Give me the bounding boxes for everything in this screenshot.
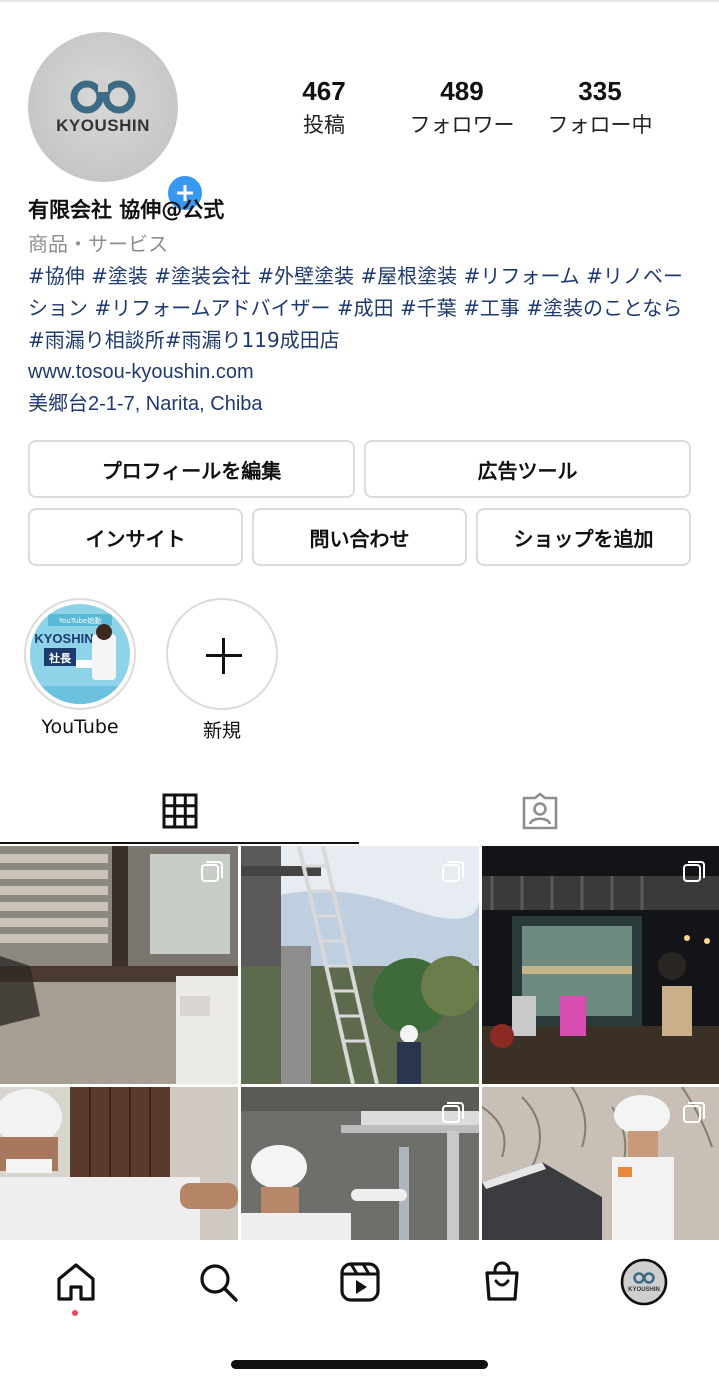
grid-icon [162, 793, 197, 829]
profile-category: 商品・サービス [28, 232, 168, 256]
profile-name: 有限会社 協伸@公式 [28, 198, 225, 222]
shop-icon [485, 1261, 519, 1301]
nav-reels[interactable] [336, 1258, 384, 1306]
bio-hashtags[interactable]: #協伸 #塗装 #塗装会社 #外壁塗装 #屋根塗装 #リフォーム #リノベーショ… [28, 260, 693, 356]
profile-avatar-icon: KYOUSHIN [620, 1258, 668, 1306]
highlight-thumb-brand: KYOSHIN [34, 631, 93, 646]
bottom-navigation: KYOUSHIN [0, 1240, 719, 1330]
kyoushin-logo-icon [70, 80, 136, 114]
followers-count-value: 489 [440, 76, 484, 106]
multiple-photos-icon [442, 861, 464, 882]
profile-tabs [0, 776, 719, 846]
tab-tagged[interactable] [360, 776, 719, 846]
multiple-photos-icon [201, 861, 223, 882]
highlight-new[interactable]: 新規 [166, 598, 278, 743]
youtube-highlight-image: YouTube始動 KYOSHIN 社長 [30, 604, 130, 704]
highlight-thumb-title: YouTube始動 [58, 616, 101, 625]
active-tab-indicator [0, 842, 359, 844]
posts-count[interactable]: 467 投稿 [284, 76, 364, 139]
home-icon [57, 1263, 95, 1301]
insights-button[interactable]: インサイト [28, 508, 243, 566]
highlight-ring [166, 598, 278, 710]
reels-icon [340, 1262, 380, 1302]
highlight-thumb-caption: 社長 [48, 651, 72, 665]
multiple-photos-icon [442, 1102, 464, 1123]
following-count-value: 335 [578, 76, 622, 106]
highlight-thumbnail: YouTube始動 KYOSHIN 社長 [30, 604, 130, 704]
profile-avatar-text: KYOUSHIN [628, 1287, 660, 1293]
post-thumbnail[interactable] [0, 1087, 238, 1240]
highlight-youtube[interactable]: YouTube始動 KYOSHIN 社長 YouTube [24, 598, 136, 738]
multiple-photos-icon [683, 1102, 705, 1123]
highlight-ring: YouTube始動 KYOSHIN 社長 [24, 598, 136, 710]
post-thumbnail[interactable] [241, 846, 479, 1084]
home-notification-dot [72, 1310, 78, 1316]
avatar-brand-text: KYOUSHIN [56, 116, 150, 135]
post-thumbnail[interactable] [482, 1087, 719, 1240]
website-link[interactable]: www.tosou-kyoushin.com [28, 356, 693, 388]
post-thumbnail[interactable] [241, 1087, 479, 1240]
add-shop-button[interactable]: ショップを追加 [476, 508, 691, 566]
home-indicator[interactable] [231, 1360, 488, 1369]
profile-bio: 有限会社 協伸@公式 商品・サービス #協伸 #塗装 #塗装会社 #外壁塗装 #… [28, 194, 693, 420]
post-thumbnail[interactable] [482, 846, 719, 1084]
tab-grid[interactable] [0, 776, 359, 846]
edit-profile-button[interactable]: プロフィールを編集 [28, 440, 355, 498]
nav-shop[interactable] [478, 1258, 526, 1306]
contact-button[interactable]: 問い合わせ [252, 508, 467, 566]
posts-grid [0, 846, 719, 1240]
highlight-label: 新規 [202, 720, 241, 742]
posts-count-label: 投稿 [303, 113, 345, 137]
nav-search[interactable] [194, 1258, 242, 1306]
ad-tools-button[interactable]: 広告ツール [364, 440, 691, 498]
multiple-photos-icon [683, 861, 705, 882]
followers-count[interactable]: 489 フォロワー [402, 76, 522, 139]
tagged-person-icon [522, 792, 557, 830]
highlight-label: YouTube [41, 716, 119, 738]
profile-avatar[interactable]: KYOUSHIN [28, 32, 206, 214]
nav-home[interactable] [52, 1258, 100, 1306]
post-thumbnail[interactable] [0, 846, 238, 1084]
following-count[interactable]: 335 フォロー中 [540, 76, 660, 139]
address-link[interactable]: 美郷台2-1-7, Narita, Chiba [28, 388, 693, 420]
posts-count-value: 467 [302, 76, 346, 106]
top-divider [0, 0, 719, 2]
search-icon [200, 1264, 238, 1302]
followers-count-label: フォロワー [409, 113, 515, 137]
nav-profile[interactable]: KYOUSHIN [620, 1258, 668, 1306]
post-image-worker-door [0, 1087, 238, 1240]
following-count-label: フォロー中 [547, 113, 653, 137]
